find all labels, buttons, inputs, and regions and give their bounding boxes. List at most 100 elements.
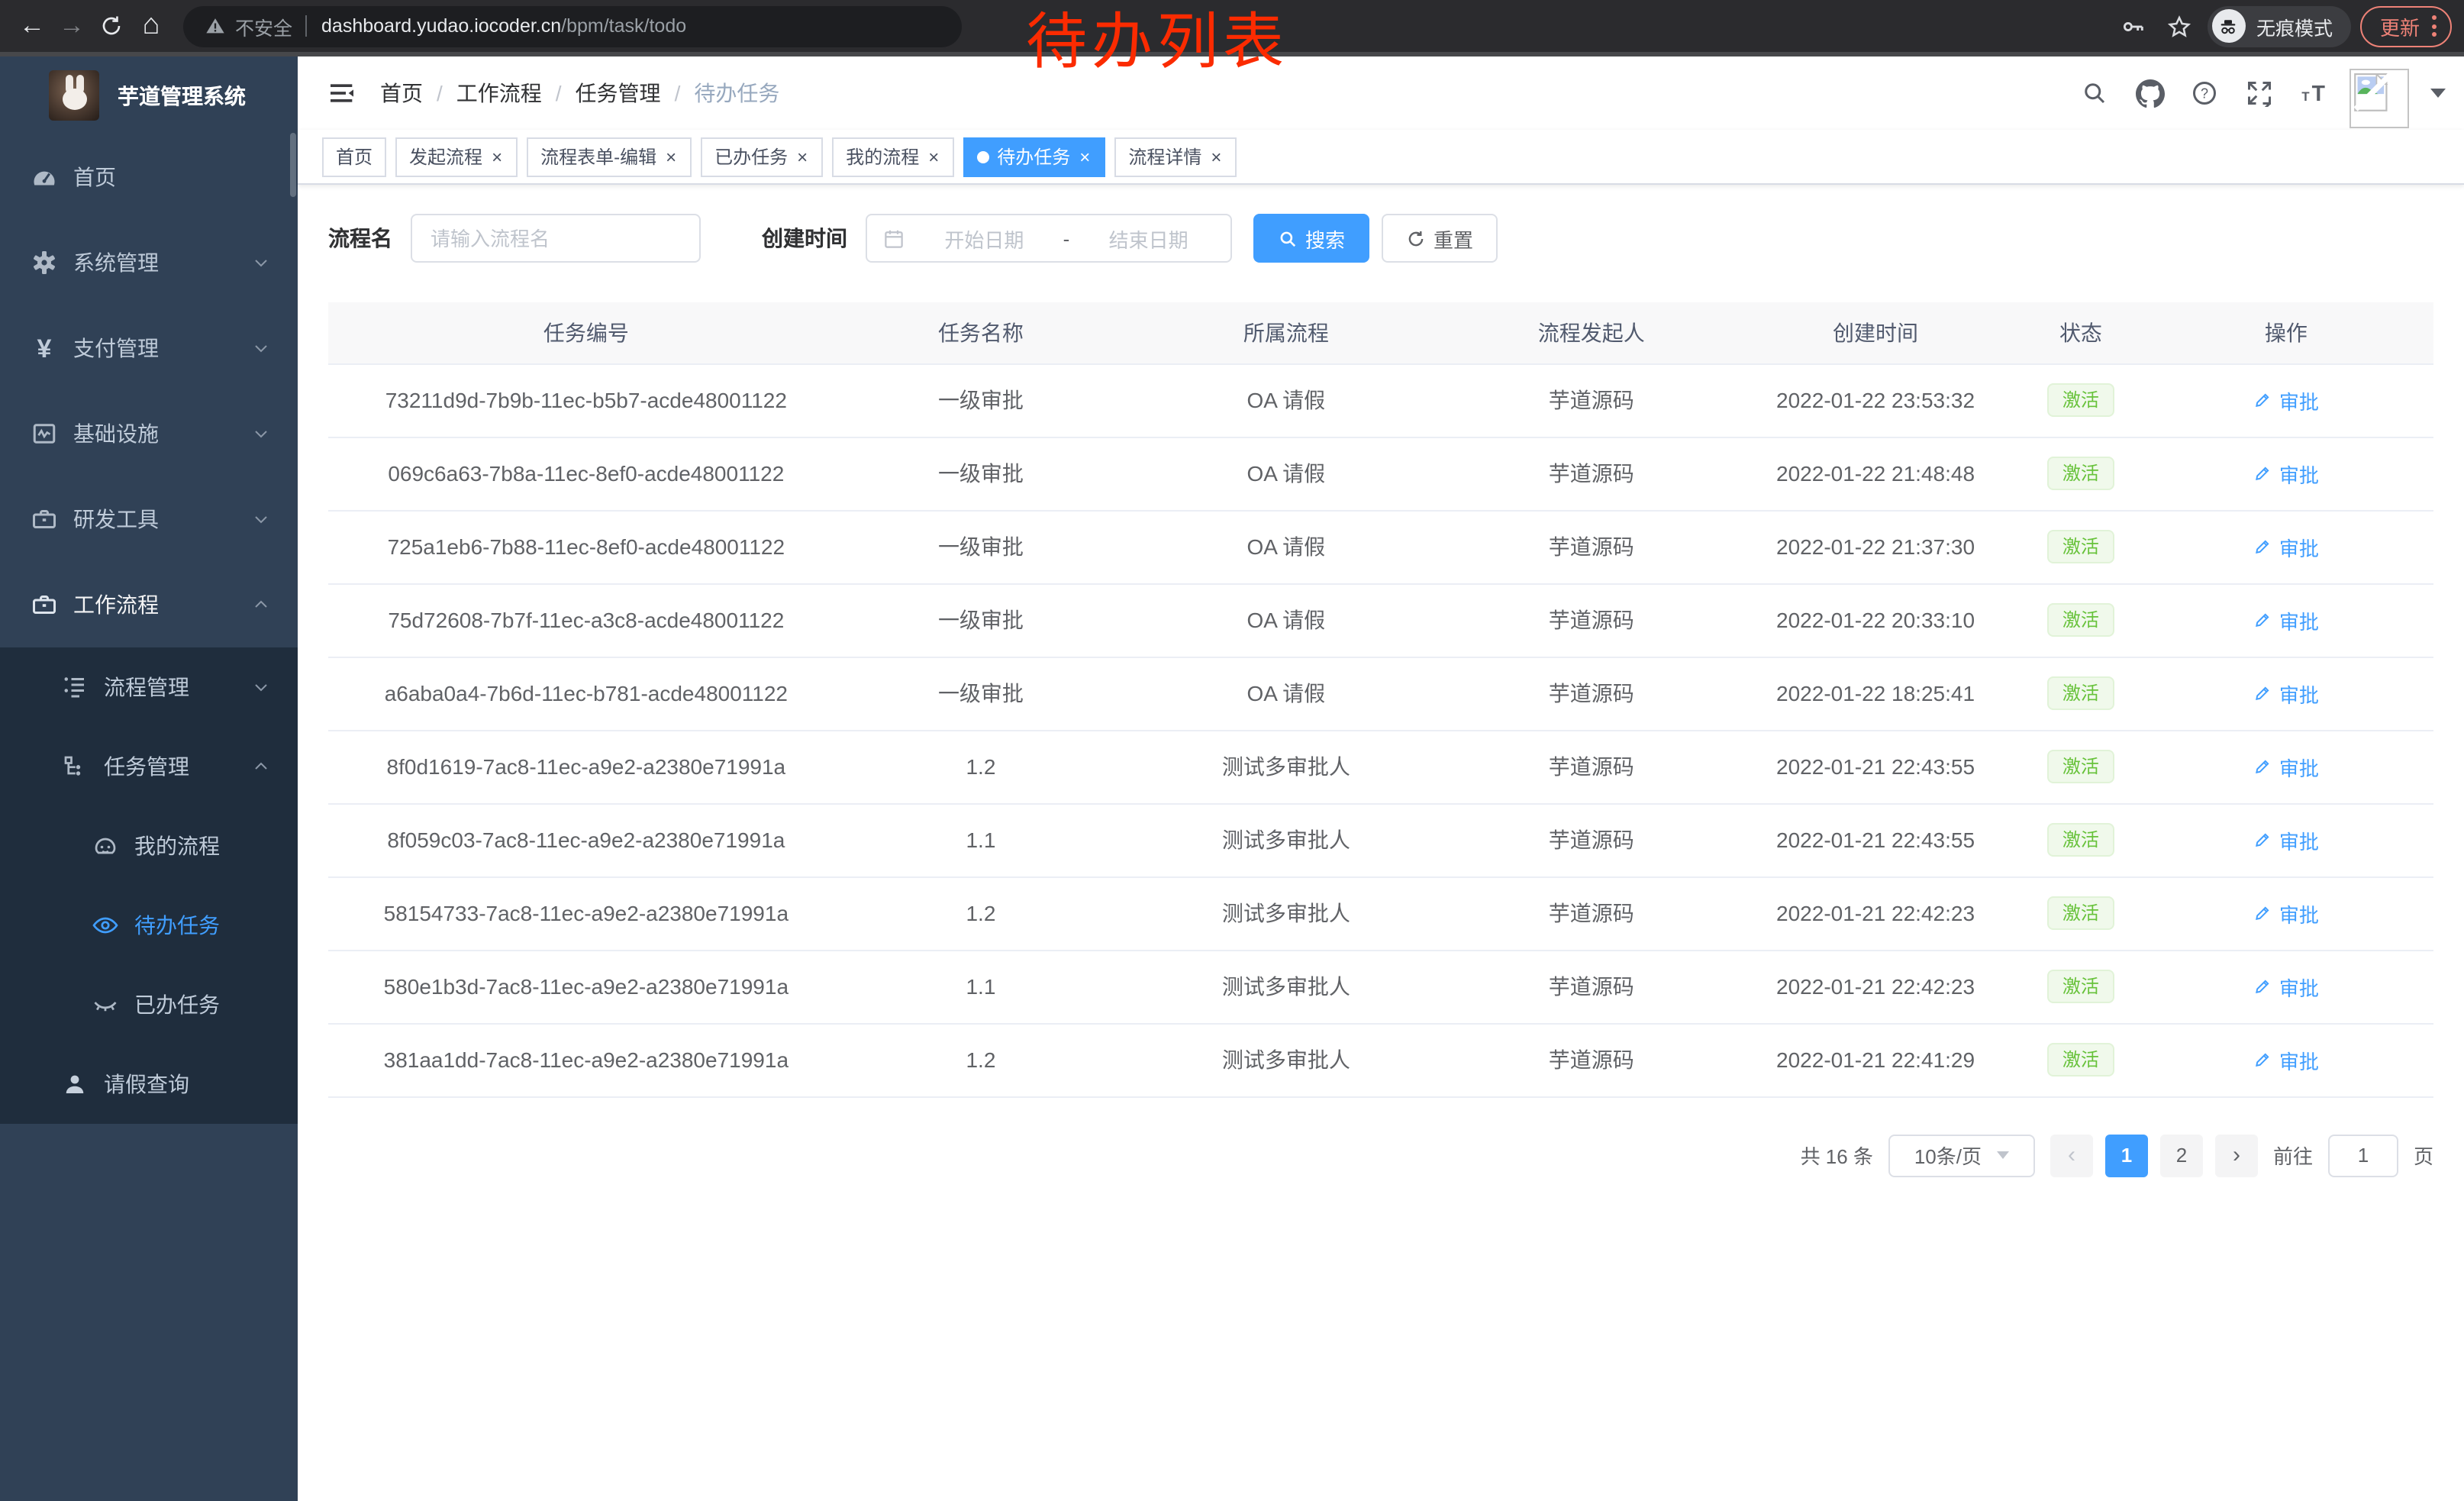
- breadcrumb-home[interactable]: 首页: [380, 78, 423, 108]
- sidebar-item-dev-tools[interactable]: 研发工具: [0, 476, 298, 562]
- reset-button[interactable]: 重置: [1382, 214, 1498, 263]
- search-button[interactable]: 搜索: [1253, 214, 1369, 263]
- sidebar-collapse-button[interactable]: [316, 67, 368, 119]
- cell-task-name: 1.2: [844, 1023, 1118, 1096]
- approve-link[interactable]: 审批: [2253, 825, 2319, 854]
- cell-task-id: 8f059c03-7ac8-11ec-a9e2-a2380e71991a: [328, 803, 844, 876]
- status-badge: 激活: [2047, 603, 2114, 638]
- tab-start-process[interactable]: 发起流程 ×: [395, 137, 518, 176]
- cell-task-name: 1.1: [844, 950, 1118, 1023]
- sidebar-scrollbar-thumb[interactable]: [290, 133, 296, 197]
- address-bar[interactable]: 不安全 dashboard.yudao.iocoder.cn/bpm/task/…: [183, 5, 962, 47]
- page-size-select[interactable]: 10条/页: [1888, 1134, 2035, 1177]
- tab-process-form-edit[interactable]: 流程表单-编辑 ×: [527, 137, 692, 176]
- tab-todo-tasks[interactable]: 待办任务 ×: [963, 137, 1105, 176]
- approve-link[interactable]: 审批: [2253, 1045, 2319, 1074]
- cell-process: 测试多审批人: [1118, 730, 1454, 803]
- date-range-picker[interactable]: 开始日期 - 结束日期: [866, 214, 1232, 263]
- cell-initiator: 芋道源码: [1454, 803, 1728, 876]
- sidebar-item-label: 系统管理: [73, 247, 159, 278]
- header-search-button[interactable]: [2075, 73, 2114, 113]
- tab-my-process[interactable]: 我的流程 ×: [832, 137, 954, 176]
- eye-open-icon: [92, 912, 119, 939]
- cell-task-id: 381aa1dd-7ac8-11ec-a9e2-a2380e71991a: [328, 1023, 844, 1096]
- font-size-button[interactable]: T T: [2295, 73, 2334, 113]
- breadcrumb-task-management[interactable]: 任务管理: [576, 78, 661, 108]
- edit-pencil-icon: [2253, 683, 2273, 703]
- approve-link[interactable]: 审批: [2253, 752, 2319, 781]
- sidebar-item-leave-query[interactable]: 请假查询: [0, 1044, 298, 1124]
- edit-pencil-icon: [2253, 1050, 2273, 1070]
- page-button-2[interactable]: 2: [2160, 1134, 2203, 1177]
- table-row: 73211d9d-7b9b-11ec-b5b7-acde48001122一级审批…: [328, 363, 2433, 437]
- sidebar-item-payment[interactable]: ¥ 支付管理: [0, 305, 298, 391]
- approve-link[interactable]: 审批: [2253, 386, 2319, 415]
- app-logo-row[interactable]: 芋道管理系统: [0, 56, 298, 134]
- status-badge: 激活: [2047, 383, 2114, 418]
- browser-home-button[interactable]: ⌂: [131, 6, 171, 46]
- fullscreen-button[interactable]: [2240, 73, 2279, 113]
- bookmark-star-icon[interactable]: [2162, 8, 2198, 44]
- top-navbar: 首页 / 工作流程 / 任务管理 / 待办任务: [298, 56, 2464, 130]
- sidebar-item-infrastructure[interactable]: 基础设施: [0, 391, 298, 476]
- cell-task-name: 1.2: [844, 730, 1118, 803]
- github-link[interactable]: [2130, 73, 2169, 113]
- cell-created: 2022-01-22 18:25:41: [1728, 657, 2023, 730]
- cell-process: OA 请假: [1118, 363, 1454, 437]
- close-icon[interactable]: ×: [795, 147, 809, 166]
- table-row: 58154733-7ac8-11ec-a9e2-a2380e71991a1.2测…: [328, 876, 2433, 950]
- chrome-update-button[interactable]: 更新: [2360, 5, 2452, 47]
- approve-link[interactable]: 审批: [2253, 899, 2319, 928]
- col-task-name: 任务名称: [844, 302, 1118, 363]
- browser-reload-button[interactable]: [92, 6, 131, 46]
- sidebar-item-process-management[interactable]: 流程管理: [0, 647, 298, 727]
- cell-initiator: 芋道源码: [1454, 437, 1728, 510]
- prev-page-button[interactable]: ‹: [2050, 1134, 2093, 1177]
- sidebar-item-home[interactable]: 首页: [0, 134, 298, 220]
- approve-link[interactable]: 审批: [2253, 679, 2319, 708]
- user-menu-caret-icon[interactable]: [2430, 89, 2446, 98]
- update-label: 更新: [2380, 11, 2420, 40]
- chevron-down-icon: [252, 510, 270, 528]
- sidebar-item-task-management[interactable]: 任务管理: [0, 727, 298, 806]
- next-page-button[interactable]: ›: [2215, 1134, 2258, 1177]
- cell-task-id: 8f0d1619-7ac8-11ec-a9e2-a2380e71991a: [328, 730, 844, 803]
- sidebar-item-done-tasks[interactable]: 已办任务: [0, 965, 298, 1044]
- close-icon[interactable]: ×: [490, 147, 504, 166]
- tab-process-detail[interactable]: 流程详情 ×: [1114, 137, 1237, 176]
- help-button[interactable]: ?: [2185, 73, 2224, 113]
- close-icon[interactable]: ×: [1209, 147, 1223, 166]
- goto-page-input[interactable]: [2328, 1134, 2398, 1177]
- list-tree-icon: [61, 673, 89, 701]
- close-icon[interactable]: ×: [1078, 147, 1092, 166]
- browser-forward-button[interactable]: →: [52, 6, 92, 46]
- cell-created: 2022-01-22 21:48:48: [1728, 437, 2023, 510]
- browser-back-button[interactable]: ←: [12, 6, 52, 46]
- breadcrumb-workflow[interactable]: 工作流程: [456, 78, 542, 108]
- sidebar-item-system[interactable]: 系统管理: [0, 220, 298, 305]
- font-size-icon: T T: [2299, 78, 2330, 108]
- not-secure-warning-icon: [205, 15, 226, 37]
- breadcrumb: 首页 / 工作流程 / 任务管理 / 待办任务: [380, 78, 779, 108]
- cell-task-name: 一级审批: [844, 363, 1118, 437]
- sidebar-item-my-process[interactable]: 我的流程: [0, 806, 298, 886]
- task-table-body: 73211d9d-7b9b-11ec-b5b7-acde48001122一级审批…: [328, 363, 2433, 1096]
- page-button-1[interactable]: 1: [2105, 1134, 2148, 1177]
- approve-link[interactable]: 审批: [2253, 459, 2319, 488]
- tab-home[interactable]: 首页: [322, 137, 386, 176]
- cell-process: OA 请假: [1118, 657, 1454, 730]
- sidebar-item-todo-tasks[interactable]: 待办任务: [0, 886, 298, 965]
- person-icon: [61, 1070, 89, 1098]
- process-name-input[interactable]: [411, 214, 701, 263]
- approve-link[interactable]: 审批: [2253, 605, 2319, 634]
- approve-link[interactable]: 审批: [2253, 532, 2319, 561]
- approve-link[interactable]: 审批: [2253, 972, 2319, 1001]
- sidebar-item-workflow[interactable]: 工作流程: [0, 562, 298, 647]
- tab-done-tasks[interactable]: 已办任务 ×: [701, 137, 823, 176]
- close-icon[interactable]: ×: [664, 147, 678, 166]
- user-avatar[interactable]: [2350, 68, 2409, 128]
- cell-task-name: 一级审批: [844, 583, 1118, 657]
- close-icon[interactable]: ×: [927, 147, 940, 166]
- browser-menu-icon[interactable]: [2432, 15, 2437, 37]
- password-key-icon[interactable]: [2116, 8, 2153, 44]
